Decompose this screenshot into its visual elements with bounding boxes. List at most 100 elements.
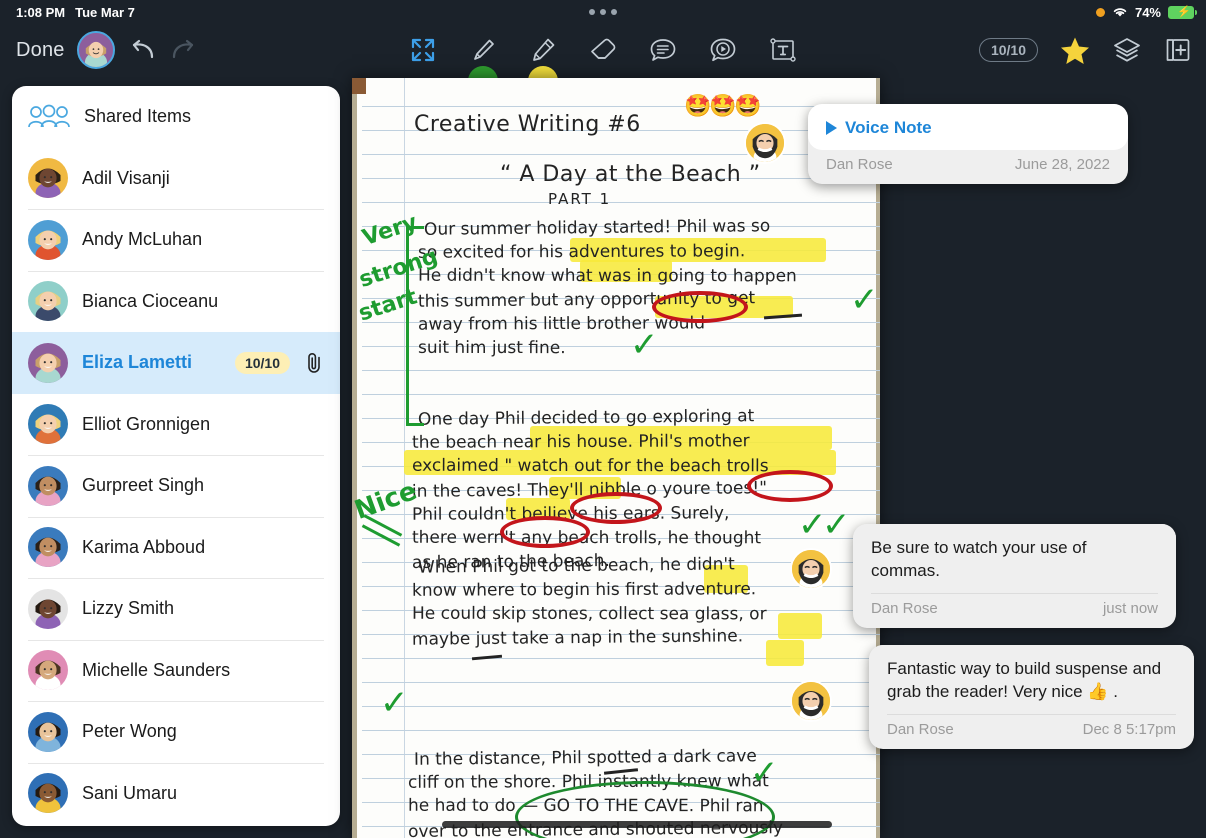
rule-line — [362, 202, 880, 203]
sidebar-item-eliza-lametti[interactable]: Eliza Lametti 10/10 — [12, 332, 340, 394]
sticker-emoji[interactable]: 🤩 — [709, 95, 736, 117]
handwritten-line: exclaimed " watch out for the beach trol… — [411, 455, 769, 477]
sidebar-item-michelle-saunders[interactable]: Michelle Saunders — [12, 639, 340, 702]
sidebar-item-elliot-gronnigen[interactable]: Elliot Gronnigen — [12, 394, 340, 456]
avatar — [28, 527, 68, 568]
comment-meta: Dan Rose just now — [853, 594, 1176, 628]
handwritten-line: Our summer holiday started! Phil was so — [423, 216, 771, 240]
handwritten-line: He didn't know what was in going to happ… — [417, 265, 797, 287]
sidebar-item-karima-abboud[interactable]: Karima Abboud — [12, 516, 340, 579]
sidebar-item-peter-wong[interactable]: Peter Wong — [12, 701, 340, 763]
sidebar-header-label: Shared Items — [84, 106, 192, 127]
text-box-tool[interactable] — [766, 33, 800, 67]
comment-card[interactable]: Fantastic way to build suspense and grab… — [869, 645, 1194, 749]
comment-author-avatar[interactable] — [790, 680, 832, 722]
redo-button[interactable] — [169, 38, 199, 62]
comment-meta: Dan Rose Dec 8 5:17pm — [869, 715, 1194, 749]
pen-tool[interactable] — [466, 33, 500, 81]
shared-people-list: Adil Visanji Andy McLuhan Bianca Cioceanu E… — [12, 148, 340, 825]
notebook-page[interactable]: Creative Writing #6 “ A Day at the Beach… — [352, 78, 880, 838]
voice-note-card[interactable]: Voice Note Dan Rose June 28, 2022 — [808, 104, 1128, 184]
done-button[interactable]: Done — [16, 39, 65, 62]
sidebar-item-bianca-cioceanu[interactable]: Bianca Cioceanu — [12, 270, 340, 333]
checkmark-annotation: ✓ — [750, 753, 779, 793]
doc-subtitle: “ A Day at the Beach ” — [500, 162, 761, 187]
avatar — [28, 219, 68, 260]
rule-line — [362, 106, 880, 107]
avatar — [28, 465, 68, 506]
rule-line — [362, 154, 880, 155]
status-bar-right: 74% ⚡ — [1095, 5, 1197, 20]
checkmark-annotation: ✓ — [850, 280, 879, 320]
score-badge[interactable]: 10/10 — [978, 38, 1038, 62]
sidebar-item-gurpreet-singh[interactable]: Gurpreet Singh — [12, 455, 340, 517]
sidebar-item-lizzy-smith[interactable]: Lizzy Smith — [12, 578, 340, 640]
avatar — [28, 404, 68, 445]
comment-card[interactable]: Be sure to watch your use of commas. Dan… — [853, 524, 1176, 628]
comment-author-avatar[interactable] — [790, 548, 832, 590]
wifi-icon — [1113, 8, 1127, 17]
current-user-avatar[interactable] — [76, 31, 115, 69]
sidebar-item-label: Adil Visanji — [82, 167, 170, 188]
sidebar-item-andy-mcluhan[interactable]: Andy McLuhan — [12, 209, 340, 271]
rule-line — [362, 730, 880, 731]
highlighter-tool[interactable] — [526, 33, 560, 81]
fullscreen-tool[interactable] — [406, 33, 440, 67]
doc-title: Creative Writing #6 — [414, 112, 641, 137]
comment-text: Be sure to watch your use of commas. — [853, 524, 1176, 593]
score-badge[interactable]: 10/10 — [234, 351, 290, 374]
rule-line — [362, 394, 880, 395]
avatar — [28, 158, 68, 199]
comment-author-avatar[interactable] — [744, 122, 786, 164]
sticker-emoji[interactable]: 🤩 — [684, 95, 711, 117]
sidebar-item-label: Eliza Lametti — [82, 352, 193, 373]
red-circle-annotation — [747, 470, 833, 502]
sticker-emoji[interactable]: 🤩 — [734, 95, 761, 117]
handwritten-line: One day Phil decided to go exploring at — [417, 406, 755, 430]
highlight-mark — [766, 640, 804, 666]
page-horizontal-scrollbar[interactable] — [442, 821, 832, 828]
comment-text: Fantastic way to build suspense and grab… — [869, 645, 1194, 714]
sidebar-item-label: Lizzy Smith — [82, 598, 175, 619]
paperclip-icon[interactable] — [304, 352, 324, 374]
comment-tool[interactable] — [646, 33, 680, 67]
multitask-handle[interactable] — [0, 9, 1206, 15]
sidebar-item-sani-umaru[interactable]: Sani Umaru — [12, 762, 340, 825]
sidebar-item-label: Peter Wong — [82, 721, 177, 742]
voice-note-label: Voice Note — [845, 118, 932, 137]
voice-note-author: Dan Rose — [826, 155, 893, 173]
sidebar-item-label: Karima Abboud — [82, 536, 206, 557]
handwritten-line: know where to begin his first adventure. — [411, 579, 757, 601]
comment-author: Dan Rose — [887, 720, 954, 738]
star-filled-icon[interactable] — [1060, 36, 1090, 65]
voice-note-tool[interactable] — [706, 33, 740, 67]
sidebar-item-label: Michelle Saunders — [82, 659, 231, 680]
handle-dot — [589, 9, 595, 15]
avatar — [28, 711, 68, 752]
sidebar-header-shared-items[interactable]: Shared Items — [12, 86, 340, 148]
highlight-mark — [778, 613, 822, 639]
eraser-tool[interactable] — [586, 33, 620, 67]
handwritten-line: maybe just take a nap in the sunshine. — [411, 626, 744, 650]
handwritten-line: suit him just fine. — [417, 337, 566, 359]
checkmark-annotation: ✓ — [822, 505, 851, 545]
sidebar-item-adil-visanji[interactable]: Adil Visanji — [12, 148, 340, 210]
toolbar-left-group: Done — [0, 31, 199, 69]
sidebar-item-label: Bianca Cioceanu — [82, 290, 219, 311]
comment-timestamp: just now — [1102, 599, 1158, 617]
play-triangle-icon[interactable] — [826, 121, 837, 136]
layers-icon[interactable] — [1112, 36, 1142, 64]
voice-note-title-row[interactable]: Voice Note — [826, 117, 1110, 140]
toolbar-right-group: 10/10 — [978, 36, 1192, 65]
add-page-icon[interactable] — [1164, 36, 1192, 64]
battery-charging-icon: ⚡ — [1168, 5, 1197, 19]
voice-note-play-row[interactable]: Voice Note — [808, 104, 1128, 150]
sidebar-item-label: Sani Umaru — [82, 782, 178, 803]
rule-line — [362, 370, 880, 371]
top-toolbar: Done 10/10 — [0, 24, 1206, 81]
app-root: 1:08 PM Tue Mar 7 74% ⚡ Done 10/10 Share… — [0, 0, 1206, 838]
red-circle-annotation — [500, 516, 590, 548]
avatar — [28, 650, 68, 691]
voice-note-timestamp: June 28, 2022 — [1014, 155, 1110, 173]
undo-button[interactable] — [127, 38, 157, 62]
